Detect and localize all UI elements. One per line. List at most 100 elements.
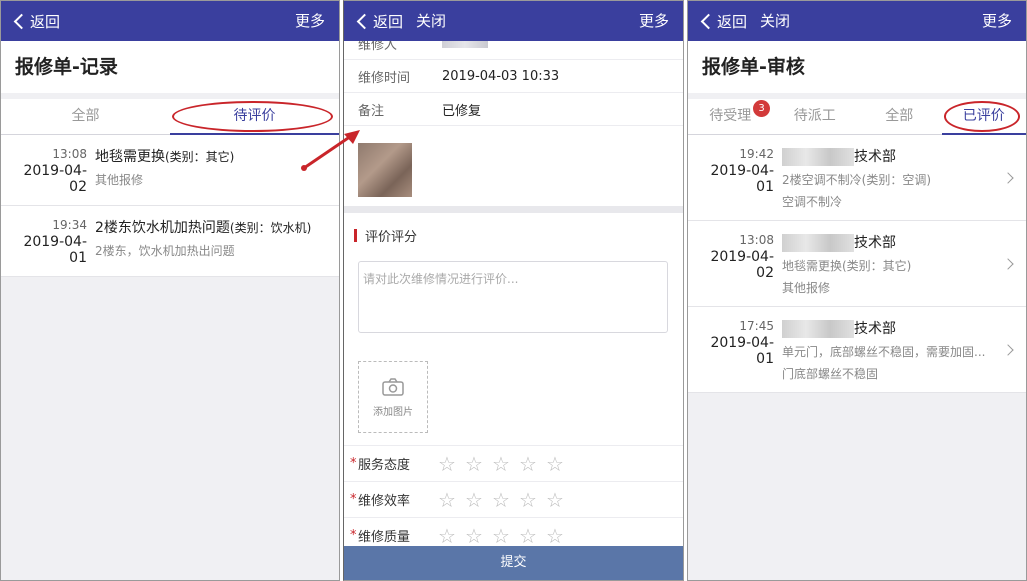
list-item[interactable]: 19:42 2019-04-01 技术部 2楼空调不制冷(类别：空调) 空调不制… xyxy=(688,135,1026,221)
star-outline-icon[interactable]: ☆ xyxy=(519,526,546,546)
annotation-arrow-icon xyxy=(301,130,360,171)
list-item[interactable]: 17:45 2019-04-01 技术部 单元门，底部螺丝不稳固，需要加固...… xyxy=(688,307,1026,393)
rating-label: 维修质量 xyxy=(358,530,411,545)
list-item[interactable]: 13:08 2019-04-02 地毯需更换(类别：其它) 其他报修 xyxy=(1,135,339,206)
section-title: 评价评分 xyxy=(344,213,683,257)
item-body: 技术部 单元门，底部螺丝不稳固，需要加固... 门底部螺丝不稳固 xyxy=(774,319,1016,382)
tab-pending-accept[interactable]: 待受理 3 xyxy=(688,99,773,134)
item-title-text: 2楼东饮水机加热问题 xyxy=(95,220,230,236)
item-dept: 技术部 xyxy=(782,319,1016,339)
tab-all[interactable]: 全部 xyxy=(857,99,942,134)
rating-service-attitude: * 服务态度 ☆ ☆ ☆ ☆ ☆ xyxy=(344,445,683,481)
add-photo-button[interactable]: 添加图片 xyxy=(358,361,428,433)
item-date: 2019-04-02 xyxy=(23,163,87,195)
star-outline-icon[interactable]: ☆ xyxy=(492,490,519,510)
close-button[interactable]: 关闭 xyxy=(760,1,790,41)
repair-time-row: 维修时间 2019-04-03 10:33 xyxy=(344,60,683,93)
audit-list: 19:42 2019-04-01 技术部 2楼空调不制冷(类别：空调) 空调不制… xyxy=(688,135,1026,393)
item-category: (类别：其它) xyxy=(165,150,235,164)
tab-bar: 全部 待评价 xyxy=(1,99,339,135)
tab-reviewed[interactable]: 已评价 xyxy=(941,99,1027,135)
more-button[interactable]: 更多 xyxy=(639,1,669,41)
star-outline-icon[interactable]: ☆ xyxy=(546,526,573,546)
item-date: 2019-04-01 xyxy=(23,234,87,266)
camera-icon xyxy=(382,377,404,396)
star-outline-icon[interactable]: ☆ xyxy=(465,490,492,510)
item-desc: 2楼东，饮水机加热出问题 xyxy=(95,244,235,258)
list-item[interactable]: 19:34 2019-04-01 2楼东饮水机加热问题(类别：饮水机) 2楼东，… xyxy=(1,206,339,277)
item-title: 地毯需更换(类别：其它) xyxy=(95,147,329,167)
back-button[interactable]: 返回 xyxy=(700,1,747,41)
remark-row: 备注 已修复 xyxy=(344,93,683,126)
dept-name: 技术部 xyxy=(854,235,896,251)
item-desc: 门底部螺丝不稳固 xyxy=(782,367,879,381)
star-outline-icon[interactable]: ☆ xyxy=(546,490,573,510)
item-hour: 17:45 xyxy=(739,319,774,333)
star-outline-icon[interactable]: ☆ xyxy=(519,490,546,510)
back-label: 返回 xyxy=(30,12,61,31)
submit-button[interactable]: 提交 xyxy=(344,546,683,580)
star-outline-icon[interactable]: ☆ xyxy=(438,526,465,546)
comment-wrap: 请对此次维修情况进行评价... xyxy=(344,257,683,349)
tab-bar: 待受理 3 待派工 全部 已评价 xyxy=(688,99,1026,135)
row-value: 已修复 xyxy=(442,103,482,119)
page-title: 报修单-记录 xyxy=(1,41,339,93)
star-outline-icon[interactable]: ☆ xyxy=(546,454,573,474)
item-dept: 技术部 xyxy=(782,233,1016,253)
item-hour: 13:08 xyxy=(52,147,87,161)
rating-repair-efficiency: * 维修效率 ☆ ☆ ☆ ☆ ☆ xyxy=(344,481,683,517)
section-divider xyxy=(344,206,683,213)
page-title: 报修单-审核 xyxy=(688,41,1026,93)
more-button[interactable]: 更多 xyxy=(295,1,325,41)
close-button[interactable]: 关闭 xyxy=(416,1,446,41)
star-outline-icon[interactable]: ☆ xyxy=(492,454,519,474)
more-button[interactable]: 更多 xyxy=(982,1,1012,41)
item-date: 2019-04-01 xyxy=(710,163,774,195)
star-outline-icon[interactable]: ☆ xyxy=(438,454,465,474)
section-marker xyxy=(354,228,357,242)
record-list: 13:08 2019-04-02 地毯需更换(类别：其它) 其他报修 19:34… xyxy=(1,135,339,277)
star-outline-icon[interactable]: ☆ xyxy=(492,526,519,546)
redacted-block xyxy=(782,234,854,252)
redacted-block xyxy=(782,320,854,338)
item-title: 地毯需更换(类别：其它) xyxy=(782,259,912,273)
tab-all[interactable]: 全部 xyxy=(1,99,170,134)
item-title-text: 地毯需更换 xyxy=(95,149,165,165)
star-outline-icon[interactable]: ☆ xyxy=(465,526,492,546)
chevron-left-icon xyxy=(356,13,373,29)
item-body: 技术部 2楼空调不制冷(类别：空调) 空调不制冷 xyxy=(774,147,1016,210)
item-hour: 19:34 xyxy=(52,218,87,232)
required-mark: * xyxy=(350,528,357,543)
item-title: 2楼东饮水机加热问题(类别：饮水机) xyxy=(95,218,329,238)
row-label: 备注 xyxy=(358,103,385,119)
add-photo-wrap: 添加图片 xyxy=(344,349,683,445)
star-outline-icon[interactable]: ☆ xyxy=(519,454,546,474)
top-navbar: 返回 关闭 更多 xyxy=(344,1,683,41)
list-item[interactable]: 13:08 2019-04-02 技术部 地毯需更换(类别：其它) 其他报修 xyxy=(688,221,1026,307)
redacted-block xyxy=(782,148,854,166)
rating-label: 服务态度 xyxy=(358,458,411,473)
back-label: 返回 xyxy=(717,12,748,31)
comment-textarea[interactable]: 请对此次维修情况进行评价... xyxy=(358,261,668,333)
tab-pending-dispatch[interactable]: 待派工 xyxy=(773,99,858,134)
review-audit-screen: 返回 关闭 更多 报修单-审核 待受理 3 待派工 全部 已评价 19:42 2… xyxy=(687,0,1027,581)
item-hour: 19:42 xyxy=(739,147,774,161)
item-time: 19:42 2019-04-01 xyxy=(700,147,774,210)
star-outline-icon[interactable]: ☆ xyxy=(438,490,465,510)
repair-photo-area xyxy=(344,126,683,206)
row-label: 维修时间 xyxy=(358,70,411,86)
back-label: 返回 xyxy=(373,12,404,31)
top-navbar: 返回 更多 xyxy=(1,1,339,41)
item-time: 19:34 2019-04-01 xyxy=(13,218,87,266)
item-desc: 其他报修 xyxy=(782,281,831,295)
item-body: 技术部 地毯需更换(类别：其它) 其他报修 xyxy=(774,233,1016,296)
review-form-screen: 返回 关闭 更多 维修人 维修时间 2019-04-03 10:33 备注 已修… xyxy=(343,0,684,581)
star-rating: ☆ ☆ ☆ ☆ ☆ xyxy=(438,454,573,474)
star-rating: ☆ ☆ ☆ ☆ ☆ xyxy=(438,490,573,510)
back-button[interactable]: 返回 xyxy=(356,1,403,41)
back-button[interactable]: 返回 xyxy=(13,1,60,41)
star-rating: ☆ ☆ ☆ ☆ ☆ xyxy=(438,526,573,546)
top-navbar: 返回 关闭 更多 xyxy=(688,1,1026,41)
item-date: 2019-04-02 xyxy=(710,249,774,281)
star-outline-icon[interactable]: ☆ xyxy=(465,454,492,474)
